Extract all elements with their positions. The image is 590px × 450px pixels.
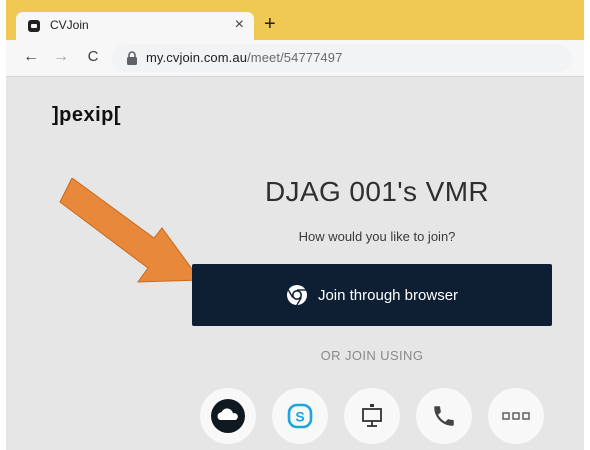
- join-option-room-system[interactable]: [344, 388, 400, 444]
- url-host: my.cvjoin.com.au: [146, 50, 248, 65]
- orange-arrow-icon: [59, 178, 201, 283]
- lock-icon: [127, 51, 137, 65]
- or-join-using-label: OR JOIN USING: [320, 348, 424, 363]
- join-option-skype[interactable]: S: [272, 388, 328, 444]
- cloud-icon: [211, 399, 245, 433]
- url-text: my.cvjoin.com.au/meet/54777497: [146, 50, 342, 65]
- forward-button[interactable]: →: [50, 46, 72, 68]
- tab-title: CVJoin: [50, 18, 89, 32]
- tab-strip: CVJoin × +: [6, 0, 584, 40]
- join-button-label: Join through browser: [317, 286, 459, 304]
- tab-close-icon[interactable]: ×: [235, 16, 244, 34]
- reload-button[interactable]: C: [82, 46, 104, 68]
- new-tab-button[interactable]: +: [264, 12, 276, 36]
- join-option-phone[interactable]: [416, 388, 472, 444]
- tab-cvjoin[interactable]: CVJoin ×: [16, 12, 254, 40]
- room-system-icon: [362, 404, 382, 427]
- skype-icon: S: [287, 403, 313, 429]
- chrome-icon: [286, 285, 307, 306]
- join-option-cloud[interactable]: [200, 388, 256, 444]
- address-bar[interactable]: my.cvjoin.com.au/meet/54777497: [112, 44, 572, 72]
- cvjoin-favicon-icon: [28, 20, 40, 32]
- more-icon: [502, 412, 530, 420]
- join-prompt: How would you like to join?: [298, 229, 456, 244]
- browser-toolbar: ← → C my.cvjoin.com.au/meet/54777497: [6, 40, 584, 77]
- phone-icon: [434, 406, 454, 426]
- back-button[interactable]: ←: [20, 46, 42, 68]
- browser-window: CVJoin × + ← → C my.cvjoin.com.au/meet/5…: [6, 0, 584, 450]
- join-through-browser-button[interactable]: Join through browser: [192, 264, 552, 326]
- svg-text:S: S: [295, 409, 304, 425]
- join-option-more[interactable]: [488, 388, 544, 444]
- url-path: /meet/54777497: [247, 50, 343, 65]
- room-title: DJAG 001's VMR: [264, 176, 490, 207]
- pexip-logo: ]pexip[: [52, 104, 122, 126]
